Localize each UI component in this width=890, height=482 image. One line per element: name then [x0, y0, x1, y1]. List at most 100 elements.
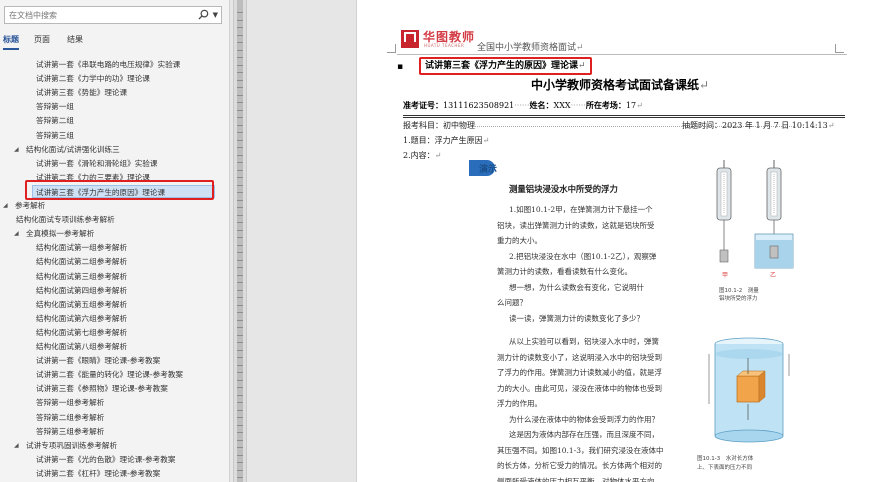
document-title[interactable]: 中小学教师资格考试面试备课纸↵ [531, 76, 709, 93]
ruler-tick [237, 34, 243, 36]
nav-heading-item[interactable]: 答辩第二组 [36, 114, 74, 127]
ruler-tick [237, 282, 243, 283]
ruler-tick [237, 162, 243, 163]
nav-heading-item[interactable]: 答辩第一组 [36, 100, 74, 113]
textbook-line: 了浮力的作用。弹簧测力计读数减小的值，就是浮 [497, 368, 662, 377]
nav-heading-item[interactable]: 试讲第一套《串联电路的电压规律》实验课 [36, 58, 180, 71]
ruler-tick [237, 94, 243, 96]
nav-search-box[interactable]: ▼ [4, 6, 222, 24]
ruler-tick [237, 64, 243, 66]
ruler-tick [237, 12, 243, 13]
ruler-tick [237, 447, 243, 448]
ruler-tick [237, 319, 243, 321]
nav-heading-item[interactable]: 试讲第二套《能量的转化》理论课-参考教案 [36, 368, 183, 381]
ruler-tick [237, 49, 243, 51]
search-input[interactable] [5, 7, 201, 23]
nav-heading-item[interactable]: 答辩第一组参考解析 [36, 396, 104, 409]
immersed-cuboid-figure [708, 337, 790, 443]
textbook-line: 想一想，为什么读数会有变化，它说明什 [509, 282, 644, 292]
word-window: ▼ 标题 页面 结果 试讲第一套《串联电路的电压规律》实验课试讲第二套《力学中的… [0, 0, 890, 482]
ruler-tick [237, 192, 243, 193]
draw-time-line[interactable]: 抽题时间：2023 年 1 月 7 日 10:14:13↵ [682, 120, 834, 131]
collapse-arrow-icon[interactable]: ◢ [14, 227, 19, 240]
brand-subtitle: HUATU TEACHER [424, 43, 465, 48]
ruler-tick [237, 424, 243, 426]
ruler-tick [237, 394, 243, 396]
nav-heading-item[interactable]: 结构化面试第四组参考解析 [36, 284, 127, 297]
huatu-logo-icon [401, 30, 419, 48]
ruler-tick [237, 462, 243, 463]
nav-heading-item[interactable]: 试讲第三套《参照物》理论课-参考教案 [36, 382, 168, 395]
collapse-arrow-icon[interactable]: ◢ [3, 199, 8, 212]
ruler-tick [237, 387, 243, 388]
ruler-tick [237, 327, 243, 328]
ruler-tick [237, 409, 243, 411]
ruler-tick [237, 102, 243, 103]
textbook-line: 的长方体，分析它受力的情况。长方体两个相对的 [497, 461, 662, 470]
nav-heading-item[interactable]: 结构化面试第七组参考解析 [36, 326, 127, 339]
search-icon[interactable] [198, 9, 209, 20]
textbook-line: 簧测力计的读数，看看读数有什么变化。 [497, 267, 632, 276]
nav-heading-item[interactable]: 试讲第三套《势能》理论课 [36, 86, 127, 99]
textbook-line: 么问题？ [497, 298, 527, 307]
subject-line[interactable]: 报考科目：初中物理 [403, 120, 475, 131]
textbook-line: 1.如图10.1-2甲，在弹簧测力计下悬挂一个 [509, 205, 653, 214]
textbook-excerpt-image: 演示 测量铝块浸没水中所受的浮力 1.如图10.1-2甲，在弹簧测力计下悬挂一个… [469, 158, 849, 482]
textbook-line: 浮力的作用。 [497, 399, 542, 408]
ruler-tick [237, 454, 243, 456]
collapse-arrow-icon[interactable]: ◢ [14, 439, 19, 452]
ruler-tick [237, 297, 243, 298]
double-rule [403, 115, 845, 118]
textbook-line: 为什么浸在液体中的物体会受到浮力的作用？ [509, 414, 659, 424]
textbook-line: 从以上实验可以看到，铝块浸入水中时，弹簧 [509, 337, 659, 346]
nav-heading-item[interactable]: 结构化面试第三组参考解析 [36, 270, 127, 283]
nav-heading-item[interactable]: 试讲第一套《滑轮和滑轮组》实验课 [36, 157, 158, 170]
nav-heading-item[interactable]: 全真模拟一参考解析 [26, 227, 94, 240]
nav-heading-item[interactable]: 试讲专项巩固训练参考解析 [26, 439, 117, 452]
ruler-tick [237, 469, 243, 471]
ruler-tick [237, 117, 243, 118]
nav-heading-item[interactable]: 参考解析 [15, 199, 45, 212]
ruler-tick [237, 304, 243, 306]
nav-heading-item[interactable]: 答辩第二组参考解析 [36, 411, 104, 424]
tab-pages[interactable]: 页面 [34, 34, 50, 46]
ruler-tick [237, 417, 243, 418]
nav-heading-item[interactable]: 结构化面试第八组参考解析 [36, 340, 127, 353]
nav-heading-item[interactable]: 结构化面试第二组参考解析 [36, 255, 127, 268]
nav-heading-item[interactable]: 试讲第二套《力学中的功》理论课 [36, 72, 150, 85]
nav-heading-item[interactable]: 结构化面试第五组参考解析 [36, 298, 127, 311]
ruler-tick [237, 154, 243, 156]
ruler-tick [237, 27, 243, 28]
figure-caption-1b: 铝块所受的浮力 [719, 296, 758, 302]
nav-heading-item[interactable]: 试讲第一套《眼睛》理论课-参考教案 [36, 354, 160, 367]
ruler-tick [237, 267, 243, 268]
figure-label-a: 甲 [722, 272, 729, 279]
ruler-tick [237, 42, 243, 43]
search-options-dropdown-icon[interactable]: ▼ [213, 10, 218, 20]
nav-heading-item[interactable]: 试讲第二套《杠杆》理论课-参考教案 [36, 467, 160, 480]
tab-results[interactable]: 结果 [67, 34, 83, 46]
ruler-tick [237, 342, 243, 343]
section-heading[interactable]: 试讲第三套《浮力产生的原因》理论课↵ [419, 57, 592, 75]
nav-heading-item[interactable]: 结构化面试第一组参考解析 [36, 241, 127, 254]
nav-heading-item[interactable]: 答辩第三组参考解析 [36, 425, 104, 438]
question-content-line[interactable]: 2.内容：↵ [403, 150, 441, 161]
navigation-pane: ▼ 标题 页面 结果 试讲第一套《串联电路的电压规律》实验课试讲第二套《力学中的… [0, 0, 230, 482]
nav-heading-item[interactable]: 结构化面试专项训练参考解析 [16, 213, 115, 226]
ruler-tick [237, 357, 243, 358]
tab-headings[interactable]: 标题 [3, 34, 19, 50]
header-divider [397, 54, 847, 55]
candidate-info-line[interactable]: 准考证号：13111623508921······姓名：XXX······所在考… [403, 100, 643, 111]
nav-heading-item[interactable]: 试讲第一套《光的色散》理论课-参考教案 [36, 453, 175, 466]
nav-heading-item[interactable]: 答辩第三组 [36, 129, 74, 142]
ruler-tick [237, 139, 243, 141]
ruler-tick [237, 207, 243, 208]
ruler-tick [237, 72, 243, 73]
question-title-line[interactable]: 1.题目：浮力产生原因↵ [403, 135, 489, 146]
figure-label-b: 乙 [770, 272, 777, 279]
nav-tabs: 标题 页面 结果 [0, 34, 229, 50]
ruler-tick [237, 229, 243, 231]
collapse-arrow-icon[interactable]: ◢ [14, 143, 19, 156]
nav-heading-item[interactable]: 结构化面试/试讲强化训练三 [26, 143, 120, 156]
nav-heading-item[interactable]: 结构化面试第六组参考解析 [36, 312, 127, 325]
